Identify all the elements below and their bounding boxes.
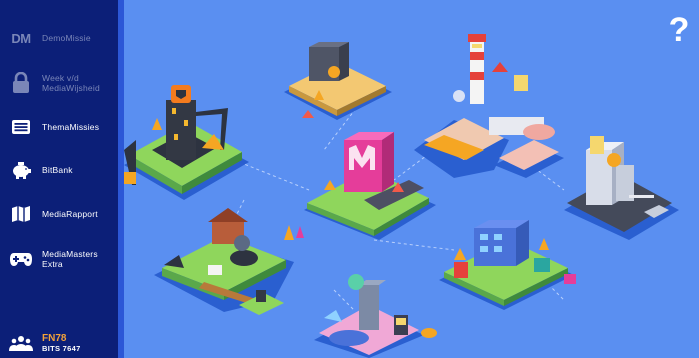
island-map: ? xyxy=(124,0,699,358)
help-button[interactable]: ? xyxy=(667,12,691,48)
lock-icon xyxy=(13,72,29,93)
sidebar: DM DemoMissie Week v/d MediaWijsheid The… xyxy=(0,0,118,358)
game-island[interactable] xyxy=(314,274,437,358)
group-icon xyxy=(9,336,33,351)
arcade-city-island[interactable] xyxy=(439,220,576,310)
bits-balance: BITS 7647 xyxy=(42,343,81,353)
islands-canvas xyxy=(124,34,679,358)
sidebar-item-label: BitBank xyxy=(42,165,73,175)
skyscraper-island[interactable] xyxy=(564,136,679,240)
lighthouse-island[interactable] xyxy=(414,34,564,178)
sidebar-item-label: Week v/d MediaWijsheid xyxy=(42,73,100,93)
sidebar-item-bitbank[interactable]: BitBank xyxy=(0,158,118,182)
user-code: FN78 xyxy=(42,332,67,344)
sidebar-item-label: MediaMasters Extra xyxy=(42,249,98,269)
sidebar-item-label: ThemaMissies xyxy=(42,122,100,132)
village-island[interactable] xyxy=(154,208,304,315)
media-tower-island[interactable] xyxy=(304,132,436,240)
gamepad-icon xyxy=(10,253,32,266)
sidebar-item-demomissie[interactable]: DM DemoMissie xyxy=(0,26,118,50)
sidebar-item-label: DemoMissie xyxy=(42,33,91,43)
sidebar-item-mediarapport[interactable]: MediaRapport xyxy=(0,202,118,226)
construction-island[interactable] xyxy=(124,85,249,200)
map-icon xyxy=(12,206,30,222)
app-screen: DM DemoMissie Week v/d MediaWijsheid The… xyxy=(0,0,699,358)
user-profile[interactable]: FN78 BITS 7647 xyxy=(0,328,118,358)
sidebar-item-week-mediawijsheid[interactable]: Week v/d MediaWijsheid xyxy=(0,68,118,98)
dm-logo-icon: DM xyxy=(11,30,31,46)
sidebar-item-themamissies[interactable]: ThemaMissies xyxy=(0,116,118,138)
safe-island[interactable] xyxy=(284,42,392,120)
sidebar-item-mediamasters-extra[interactable]: MediaMasters Extra xyxy=(0,246,118,272)
piggy-bank-icon xyxy=(13,162,31,179)
newspaper-icon xyxy=(12,120,30,134)
sidebar-item-label: MediaRapport xyxy=(42,209,98,219)
